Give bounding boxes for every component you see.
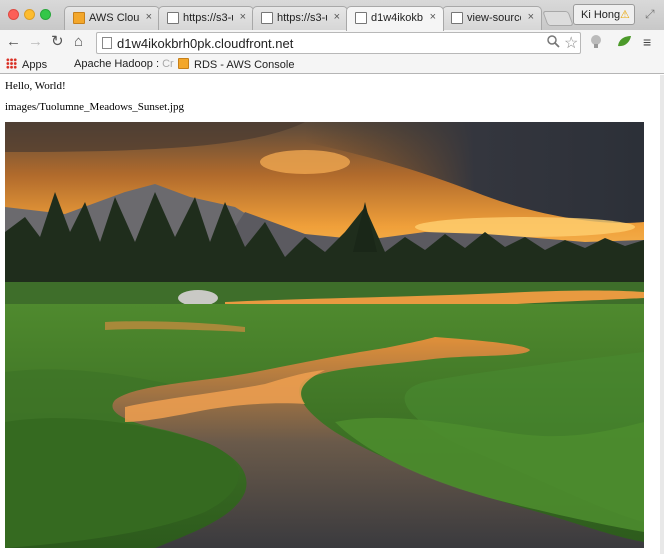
profile-name: Ki Hong — [581, 9, 621, 21]
page-icon — [167, 12, 179, 24]
close-window-button[interactable] — [8, 9, 19, 20]
tab-title: https://s3-u — [183, 12, 233, 24]
extension-icon[interactable] — [590, 34, 602, 52]
bookmark-label: Apps — [22, 59, 48, 71]
bookmark-apps[interactable]: Apps — [6, 58, 47, 71]
tab-title: AWS CloudFr — [89, 12, 139, 24]
page-icon — [355, 12, 367, 24]
bookmark-apache-hadoop[interactable]: Apache Hadoop : Cr — [74, 58, 174, 70]
tab-cloudfront-active[interactable]: d1w4ikokbrh × — [346, 6, 444, 31]
menu-icon[interactable]: ≡ — [643, 34, 651, 50]
back-button[interactable]: ← — [6, 33, 21, 51]
close-tab-icon[interactable]: × — [528, 11, 534, 23]
bookmark-star-icon[interactable]: ☆ — [564, 33, 578, 53]
page-icon — [102, 37, 112, 49]
tab-view-source[interactable]: view-source × — [442, 6, 542, 30]
home-button[interactable]: ⌂ — [74, 33, 83, 51]
forward-button[interactable]: → — [28, 33, 43, 51]
photo-illustration — [5, 122, 644, 548]
fullscreen-icon[interactable]: ⤢ — [645, 7, 655, 22]
bookmark-label-truncated: Cr — [162, 58, 174, 70]
zoom-window-button[interactable] — [40, 9, 51, 20]
bookmark-label: Apache Hadoop : — [74, 58, 163, 70]
sunset-meadow-photo — [5, 122, 644, 548]
scrollbar-track[interactable] — [660, 75, 664, 554]
page-viewport: Hello, World! images/Tuolumne_Meadows_Su… — [0, 75, 664, 554]
apps-grid-icon — [6, 58, 17, 69]
tab-title: d1w4ikokbrh — [371, 12, 423, 24]
aws-box-icon — [178, 58, 189, 69]
new-tab-button[interactable] — [542, 11, 574, 26]
image-path-text: images/Tuolumne_Meadows_Sunset.jpg — [5, 101, 184, 113]
bookmarks-bar: Apps Apache Hadoop : Cr RDS - AWS Consol… — [0, 56, 664, 74]
leaf-extension-icon[interactable] — [616, 34, 632, 52]
tab-s3-2[interactable]: https://s3-u × — [252, 6, 348, 30]
tab-title: https://s3-u — [277, 12, 327, 24]
page-icon — [451, 12, 463, 24]
close-tab-icon[interactable]: × — [430, 11, 436, 23]
greeting-text: Hello, World! — [5, 80, 66, 92]
bookmark-label: RDS - AWS Console — [194, 59, 295, 71]
reload-button[interactable]: ↻ — [51, 33, 64, 51]
tab-strip: AWS CloudFr × https://s3-u × https://s3-… — [0, 0, 664, 31]
tab-s3-1[interactable]: https://s3-u × — [158, 6, 254, 30]
warning-icon: ⚠ — [620, 9, 630, 21]
browser-toolbar: ← → ↻ ⌂ d1w4ikokbrh0pk.cloudfront.net ☆ … — [0, 30, 664, 56]
zoom-icon[interactable] — [547, 35, 560, 51]
profile-button[interactable]: Ki Hong ⚠ — [573, 4, 635, 25]
minimize-window-button[interactable] — [24, 9, 35, 20]
close-tab-icon[interactable]: × — [146, 11, 152, 23]
close-tab-icon[interactable]: × — [334, 11, 340, 23]
tab-title: view-source — [467, 12, 521, 24]
tab-aws-cloudfront[interactable]: AWS CloudFr × — [64, 6, 160, 30]
url-text[interactable]: d1w4ikokbrh0pk.cloudfront.net — [117, 36, 293, 51]
close-tab-icon[interactable]: × — [240, 11, 246, 23]
page-icon — [261, 12, 273, 24]
aws-box-icon — [73, 12, 85, 24]
address-bar[interactable]: d1w4ikokbrh0pk.cloudfront.net ☆ — [96, 32, 581, 54]
bookmark-rds-console[interactable]: RDS - AWS Console — [178, 58, 294, 71]
